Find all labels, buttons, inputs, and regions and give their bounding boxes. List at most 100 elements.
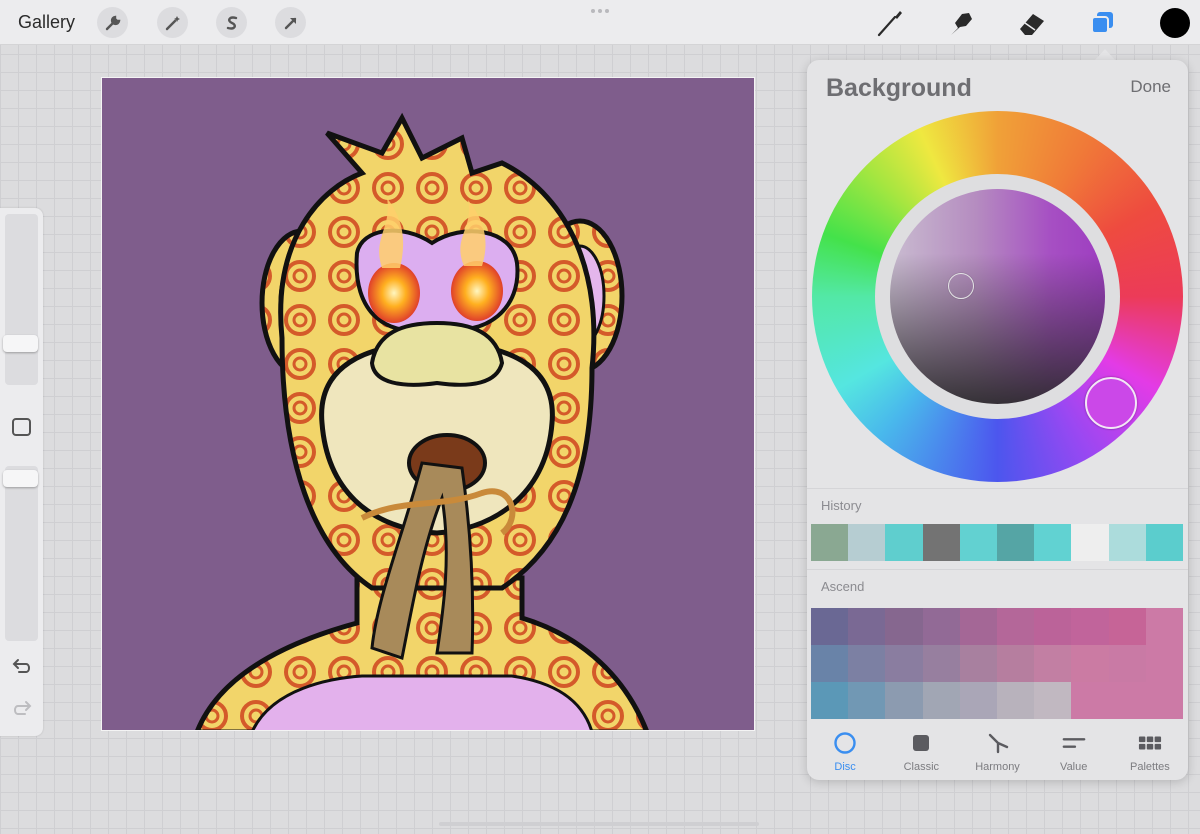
palette-swatch[interactable] (1145, 645, 1183, 682)
eraser-icon (1020, 14, 1044, 35)
palette-swatches (811, 608, 1183, 719)
saturation-brightness-disc[interactable] (890, 189, 1105, 404)
palette-swatch[interactable] (1145, 682, 1183, 719)
tab-classic[interactable]: Classic (883, 726, 959, 780)
tab-palettes[interactable]: Palettes (1112, 726, 1188, 780)
history-swatch[interactable] (997, 524, 1035, 561)
palette-swatch[interactable] (1071, 682, 1109, 719)
palette-swatch[interactable] (1071, 608, 1109, 645)
history-swatch[interactable] (811, 524, 849, 561)
current-color-button[interactable] (1160, 8, 1190, 38)
color-mode-tabs: Disc Classic Harmony Value Palettes (807, 726, 1188, 780)
top-toolbar: Gallery (0, 0, 1200, 45)
undo-icon (12, 659, 30, 673)
adjustments-button[interactable] (157, 7, 188, 38)
redo-icon (14, 701, 32, 715)
history-swatch[interactable] (1071, 524, 1109, 561)
divider (807, 569, 1188, 570)
transform-arrow-icon (284, 17, 296, 29)
palette-swatch[interactable] (1108, 608, 1146, 645)
palette-swatch[interactable] (1034, 608, 1072, 645)
brush-size-thumb[interactable] (3, 335, 38, 352)
transform-button[interactable] (275, 7, 306, 38)
palette-swatch[interactable] (922, 682, 960, 719)
gallery-button[interactable]: Gallery (18, 12, 75, 33)
smudge-tool-button[interactable] (945, 7, 977, 39)
tab-label: Value (1060, 761, 1088, 773)
history-swatch[interactable] (1108, 524, 1146, 561)
disc-picker-handle[interactable] (948, 273, 974, 299)
history-swatch[interactable] (959, 524, 998, 561)
history-swatches (811, 524, 1184, 561)
hue-picker-handle[interactable] (1085, 377, 1137, 429)
palette-swatch[interactable] (811, 682, 849, 719)
tab-label: Disc (834, 761, 856, 773)
palette-swatch[interactable] (922, 645, 960, 682)
palette-swatch[interactable] (959, 682, 997, 719)
tab-disc[interactable]: Disc (807, 726, 883, 780)
palette-swatch[interactable] (848, 608, 886, 645)
divider (807, 488, 1188, 489)
classic-square-icon (909, 732, 933, 754)
done-button[interactable]: Done (1130, 77, 1171, 97)
left-sidebar (0, 208, 43, 736)
redo-button[interactable] (10, 699, 34, 719)
history-label: History (821, 498, 862, 513)
palette-swatch[interactable] (997, 608, 1035, 645)
actions-button[interactable] (97, 7, 128, 38)
panel-title: Background (826, 74, 972, 102)
brush-tool-button[interactable] (874, 7, 906, 39)
opacity-thumb[interactable] (3, 470, 38, 487)
tab-label: Palettes (1130, 761, 1170, 773)
palette-swatch[interactable] (959, 645, 997, 682)
tab-value[interactable]: Value (1036, 726, 1112, 780)
history-swatch[interactable] (848, 524, 886, 561)
palette-swatch[interactable] (1145, 608, 1183, 645)
palette-swatch[interactable] (1071, 645, 1109, 682)
modify-button[interactable] (12, 418, 31, 436)
tab-label: Harmony (975, 761, 1020, 773)
palette-swatch[interactable] (811, 645, 849, 682)
history-swatch[interactable] (1145, 524, 1184, 561)
color-panel: Background Done History Ascend Disc Clas… (807, 60, 1188, 780)
smudge-icon (951, 13, 972, 35)
palette-swatch[interactable] (885, 682, 923, 719)
eraser-tool-button[interactable] (1016, 7, 1048, 39)
monkey-artwork (195, 112, 649, 730)
palette-swatch[interactable] (997, 682, 1035, 719)
hue-ring[interactable] (812, 111, 1183, 482)
palettes-grid-icon (1138, 732, 1162, 754)
brush-icon (877, 11, 902, 37)
tab-harmony[interactable]: Harmony (959, 726, 1035, 780)
palette-swatch[interactable] (1108, 645, 1146, 682)
palette-swatch[interactable] (811, 608, 849, 645)
palette-label: Ascend (821, 579, 865, 594)
palette-swatch[interactable] (997, 645, 1035, 682)
layers-button[interactable] (1087, 7, 1119, 39)
grabber-handle[interactable] (591, 9, 609, 13)
undo-button[interactable] (10, 657, 34, 677)
magic-wand-icon (165, 15, 180, 30)
harmony-icon (986, 732, 1010, 754)
disc-icon (833, 732, 857, 754)
palette-swatch[interactable] (885, 645, 923, 682)
home-indicator (439, 822, 759, 826)
history-swatch[interactable] (885, 524, 923, 561)
history-swatch[interactable] (922, 524, 960, 561)
palette-swatch[interactable] (848, 645, 886, 682)
palette-swatch[interactable] (1108, 682, 1146, 719)
wrench-icon (105, 15, 120, 30)
palette-swatch[interactable] (848, 682, 886, 719)
palette-swatch[interactable] (959, 608, 997, 645)
tab-label: Classic (903, 761, 940, 773)
palette-swatch[interactable] (1034, 645, 1072, 682)
layers-icon (1091, 12, 1113, 34)
history-swatch[interactable] (1034, 524, 1072, 561)
palette-swatch[interactable] (922, 608, 960, 645)
drawing-canvas[interactable] (101, 77, 755, 731)
palette-swatch[interactable] (885, 608, 923, 645)
palette-swatch[interactable] (1034, 682, 1072, 719)
brush-size-slider[interactable] (5, 214, 38, 385)
opacity-slider[interactable] (5, 466, 38, 641)
selection-button[interactable] (216, 7, 247, 38)
